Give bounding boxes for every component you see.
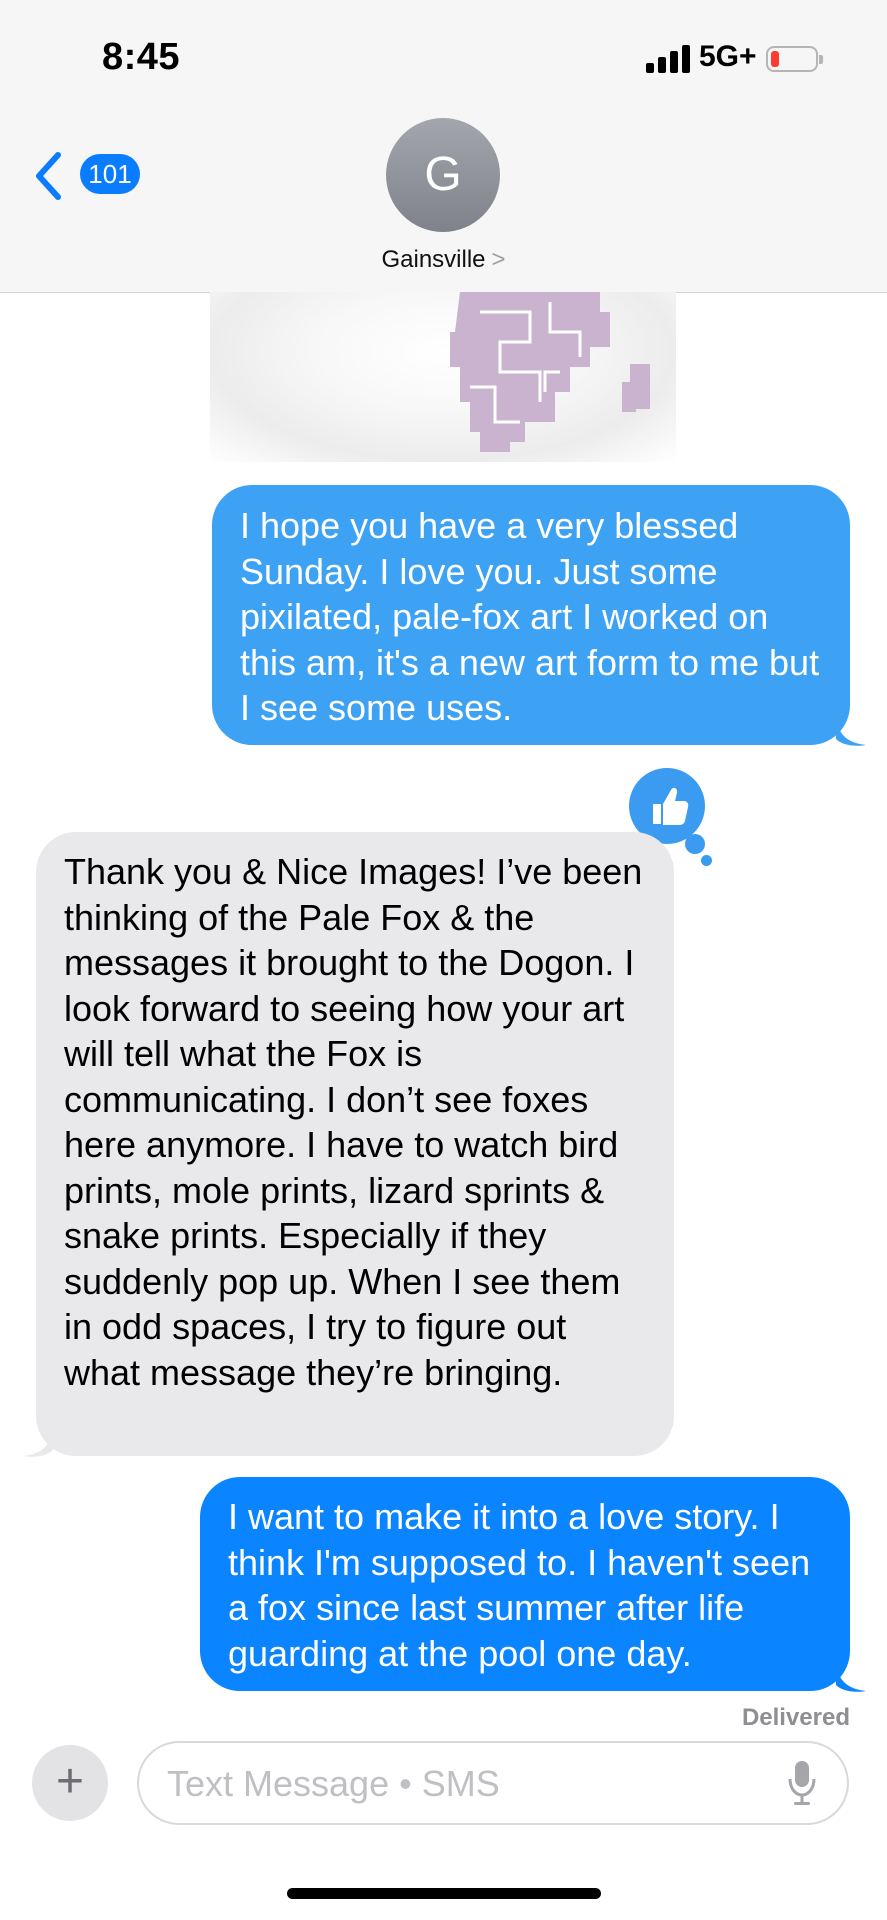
contact-avatar[interactable]: G — [386, 118, 500, 232]
tapback-tail — [685, 834, 705, 854]
status-bar: 8:45 5G+ — [0, 0, 887, 110]
mic-icon[interactable] — [787, 1759, 817, 1807]
contact-name: Gainsville — [381, 246, 486, 273]
battery-icon — [766, 46, 823, 72]
bubble-tail — [836, 1663, 866, 1692]
add-attachment-button[interactable]: + — [32, 1745, 108, 1821]
pixel-art-image — [450, 292, 650, 452]
bubble-tail — [836, 717, 866, 746]
message-text: I hope you have a very blessed Sunday. I… — [240, 505, 820, 728]
message-text: Thank you & Nice Images! I’ve been think… — [64, 851, 643, 1393]
message-bubble-sent[interactable]: I hope you have a very blessed Sunday. I… — [212, 485, 850, 745]
bubble-tail — [23, 1428, 53, 1457]
delivered-status: Delivered — [741, 1704, 850, 1731]
conversation-header: 101 G Gainsville > — [0, 110, 887, 293]
message-bubble-received[interactable]: Thank you & Nice Images! I’ve been think… — [36, 832, 674, 1456]
network-type: 5G+ — [699, 40, 757, 73]
back-button[interactable]: 101 — [34, 146, 154, 206]
status-time: 8:45 — [102, 36, 181, 78]
message-input-placeholder: Text Message • SMS — [167, 1763, 500, 1804]
message-bubble-sent[interactable]: I want to make it into a love story. I t… — [200, 1477, 850, 1691]
message-text: I want to make it into a love story. I t… — [228, 1496, 811, 1674]
tapback-tail — [701, 855, 712, 866]
home-indicator[interactable] — [287, 1888, 601, 1899]
chevron-left-icon — [36, 152, 61, 200]
chevron-right-icon: > — [491, 246, 506, 273]
message-input[interactable]: Text Message • SMS — [137, 1741, 849, 1825]
cellular-signal-icon — [646, 45, 694, 73]
contact-name-button[interactable]: Gainsville > — [0, 246, 887, 274]
unread-count-badge: 101 — [80, 154, 140, 194]
